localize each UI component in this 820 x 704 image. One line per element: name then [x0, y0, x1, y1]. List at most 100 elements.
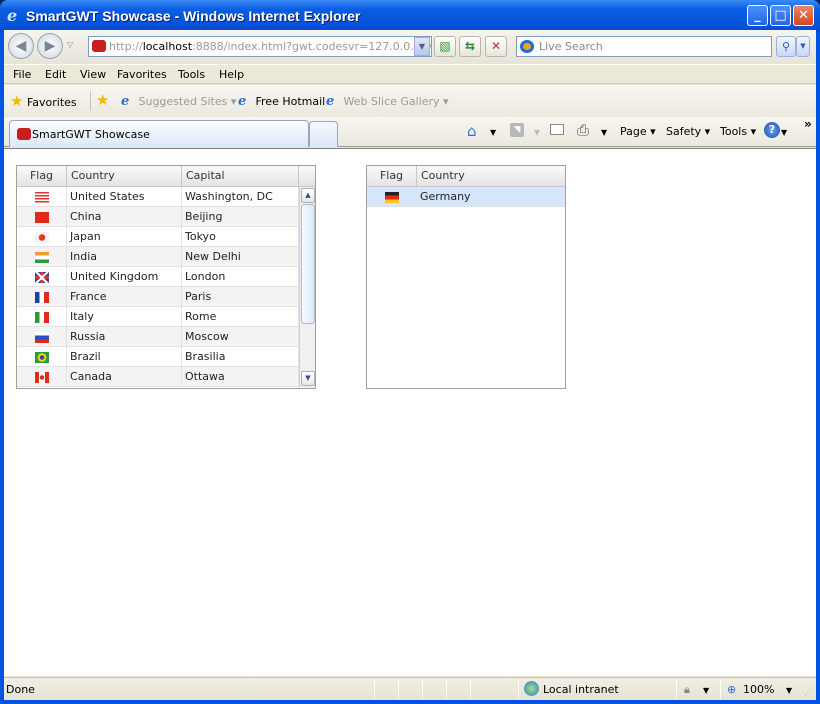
add-to-favorites-bar-button[interactable]: ★ [96, 91, 109, 109]
search-input[interactable]: Live Search [516, 36, 772, 57]
flag-ca-icon [34, 371, 49, 383]
new-tab-button[interactable] [309, 121, 338, 147]
help-icon: ? [768, 123, 776, 136]
rss-icon: ◥ [513, 125, 521, 135]
flag-cell [17, 267, 67, 287]
column-header-flag[interactable]: Flag [17, 166, 67, 187]
status-divider [518, 680, 519, 699]
home-button[interactable]: ⌂ [467, 122, 477, 140]
column-header-country[interactable]: Country [67, 166, 182, 187]
flag-cell [17, 307, 67, 327]
page-menu-button[interactable]: Page ▾ [620, 125, 656, 138]
address-bar[interactable]: http://localhost:8888/index.html?gwt.cod… [88, 36, 432, 57]
browser-window: e SmartGWT Showcase - Windows Internet E… [0, 0, 820, 704]
refresh-button[interactable]: ⇆ [459, 36, 481, 57]
table-row[interactable]: Brazil Brasilia [17, 347, 299, 367]
capital-cell: Tokyo [182, 227, 299, 247]
protected-mode-icon[interactable]: 🔒︎ [684, 683, 690, 697]
source-grid-scrollbar[interactable]: ▲ ▼ [299, 187, 315, 388]
favorites-label: Favorites [26, 96, 77, 109]
menu-view[interactable]: View [80, 68, 106, 81]
countries-source-grid: Flag Country Capital United States Washin… [16, 165, 316, 389]
address-dropdown-button[interactable]: ▼ [414, 37, 430, 56]
scroll-thumb[interactable] [301, 204, 315, 324]
table-row[interactable]: China Beijing [17, 207, 299, 227]
flag-cell [17, 367, 67, 387]
search-button[interactable]: ⚲ [776, 36, 796, 57]
scroll-down-arrow-icon: ▼ [305, 374, 311, 382]
favorites-button[interactable]: ★ Favorites [10, 92, 77, 110]
column-header-flag[interactable]: Flag [367, 166, 417, 187]
home-dropdown[interactable]: ▼ [490, 128, 496, 137]
search-options-button[interactable]: ▼ [796, 36, 810, 57]
help-button[interactable]: ? [764, 122, 780, 138]
back-button[interactable]: ◀ [8, 33, 34, 59]
table-row[interactable]: United Kingdom London [17, 267, 299, 287]
menu-help[interactable]: Help [219, 68, 244, 81]
print-button[interactable]: ⎙ [577, 121, 589, 139]
feeds-button[interactable]: ◥ [510, 123, 524, 137]
menu-tools[interactable]: Tools [178, 68, 205, 81]
help-dropdown[interactable]: ▼ [781, 128, 787, 137]
network-globe-icon [524, 681, 539, 696]
table-row[interactable]: Germany [367, 187, 565, 207]
flag-fr-icon [34, 291, 49, 303]
country-cell: Italy [67, 307, 182, 327]
recent-pages-dropdown-icon[interactable]: ▽ [67, 40, 73, 49]
status-divider [470, 680, 471, 699]
status-divider [446, 680, 447, 699]
free-hotmail-link[interactable]: e Free Hotmail [238, 95, 325, 109]
suggested-sites-link[interactable]: e Suggested Sites ▾ [121, 95, 236, 109]
scroll-up-button[interactable]: ▲ [301, 188, 315, 203]
title-bar: e SmartGWT Showcase - Windows Internet E… [0, 0, 820, 32]
stop-icon: ✕ [490, 39, 502, 53]
tab-smartgwt-showcase[interactable]: SmartGWT Showcase [9, 120, 309, 147]
table-row[interactable]: Canada Ottawa [17, 367, 299, 387]
feeds-dropdown[interactable]: ▼ [534, 128, 540, 137]
favorites-star-icon: ★ [10, 92, 24, 110]
menu-file[interactable]: File [13, 68, 31, 81]
tools-menu-button[interactable]: Tools ▾ [720, 125, 756, 138]
flag-cell [367, 187, 417, 207]
flag-it-icon [34, 311, 49, 323]
web-slice-gallery-link[interactable]: e Web Slice Gallery ▾ [326, 95, 449, 109]
flag-cell [17, 227, 67, 247]
zoom-level[interactable]: 100% [743, 683, 774, 696]
table-row[interactable]: France Paris [17, 287, 299, 307]
scroll-down-button[interactable]: ▼ [301, 371, 315, 386]
scroll-up-arrow-icon: ▲ [305, 191, 311, 199]
refresh-icon: ⇆ [464, 39, 476, 53]
menu-edit[interactable]: Edit [45, 68, 66, 81]
table-row[interactable]: Japan Tokyo [17, 227, 299, 247]
minimize-button[interactable]: _ [747, 5, 768, 26]
read-mail-button[interactable] [550, 124, 564, 135]
flag-jp-icon [34, 231, 49, 243]
maximize-button[interactable]: □ [770, 5, 791, 26]
home-icon: ⌂ [467, 122, 477, 140]
security-zone[interactable]: Local intranet [543, 683, 619, 696]
table-row[interactable]: India New Delhi [17, 247, 299, 267]
protected-mode-dropdown[interactable]: ▼ [703, 686, 709, 695]
column-header-capital[interactable]: Capital [182, 166, 299, 187]
print-dropdown[interactable]: ▼ [601, 128, 607, 137]
compatibility-view-button[interactable]: ▧ [434, 36, 456, 57]
safety-menu-button[interactable]: Safety ▾ [666, 125, 710, 138]
status-divider [398, 680, 399, 699]
zoom-dropdown[interactable]: ▼ [786, 686, 792, 695]
menu-favorites[interactable]: Favorites [117, 68, 167, 81]
column-header-country[interactable]: Country [417, 166, 565, 187]
tab-label: SmartGWT Showcase [32, 128, 150, 141]
resize-grip-icon[interactable]: ⋰ [804, 688, 812, 697]
favorites-bar: ★ Favorites ★ e Suggested Sites ▾ e Free… [4, 85, 816, 117]
flag-in-icon [34, 251, 49, 263]
table-row[interactable]: Russia Moscow [17, 327, 299, 347]
status-divider [676, 680, 677, 699]
more-commands-chevron-icon[interactable]: » [804, 117, 812, 131]
forward-button[interactable]: ▶ [37, 33, 63, 59]
table-row[interactable]: United States Washington, DC [17, 187, 299, 207]
status-divider [422, 680, 423, 699]
stop-button[interactable]: ✕ [485, 36, 507, 57]
table-row[interactable]: Italy Rome [17, 307, 299, 327]
close-window-button[interactable]: ✕ [793, 5, 814, 26]
forward-arrow-icon: ▶ [44, 38, 56, 54]
